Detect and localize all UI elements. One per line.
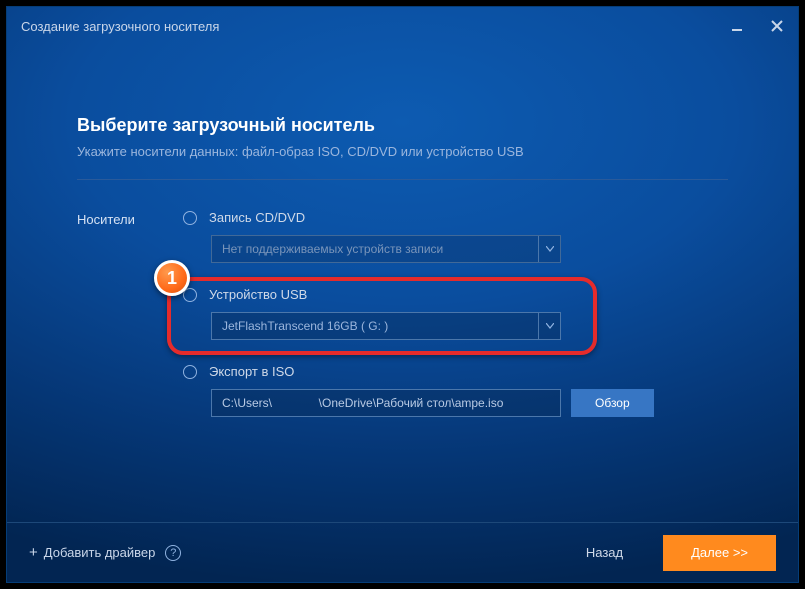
- radio-iso[interactable]: Экспорт в ISO: [183, 364, 728, 379]
- plus-icon: +: [29, 544, 38, 561]
- footer: + Добавить драйвер ? Назад Далее >>: [7, 522, 798, 582]
- app-window: Создание загрузочного носителя Выберите …: [6, 6, 799, 583]
- radio-cddvd[interactable]: Запись CD/DVD: [183, 210, 728, 225]
- usb-device-select[interactable]: JetFlashTranscend 16GB ( G: ): [211, 312, 561, 340]
- page-heading: Выберите загрузочный носитель: [77, 115, 728, 136]
- cddvd-select-text: Нет поддерживаемых устройств записи: [222, 242, 443, 256]
- cddvd-device-select[interactable]: Нет поддерживаемых устройств записи: [211, 235, 561, 263]
- annotation-badge: 1: [154, 260, 190, 296]
- radio-label-cddvd: Запись CD/DVD: [209, 210, 305, 225]
- chevron-down-icon: [538, 236, 560, 262]
- chevron-down-icon: [538, 313, 560, 339]
- close-button[interactable]: [770, 19, 784, 33]
- media-options: Запись CD/DVD Нет поддерживаемых устройс…: [183, 210, 728, 441]
- add-driver-label: Добавить драйвер: [44, 545, 156, 560]
- page-subheading: Укажите носители данных: файл-образ ISO,…: [77, 144, 728, 159]
- usb-select-text: JetFlashTranscend 16GB ( G: ): [222, 319, 388, 333]
- back-button[interactable]: Назад: [574, 539, 635, 566]
- radio-label-iso: Экспорт в ISO: [209, 364, 294, 379]
- help-icon[interactable]: ?: [165, 545, 181, 561]
- window-controls: [730, 19, 784, 33]
- iso-path-input[interactable]: C:\Users\ \OneDrive\Рабочий стол\ampe.is…: [211, 389, 561, 417]
- next-button[interactable]: Далее >>: [663, 535, 776, 571]
- browse-button[interactable]: Обзор: [571, 389, 654, 417]
- radio-label-usb: Устройство USB: [209, 287, 307, 302]
- add-driver-button[interactable]: + Добавить драйвер: [29, 544, 155, 561]
- iso-path-text: C:\Users\ \OneDrive\Рабочий стол\ampe.is…: [222, 396, 503, 410]
- window-title: Создание загрузочного носителя: [21, 19, 219, 34]
- minimize-button[interactable]: [730, 19, 744, 33]
- radio-icon: [183, 211, 197, 225]
- radio-icon: [183, 365, 197, 379]
- section-label-media: Носители: [77, 210, 147, 441]
- divider: [77, 179, 728, 180]
- content-area: Выберите загрузочный носитель Укажите но…: [7, 45, 798, 522]
- titlebar: Создание загрузочного носителя: [7, 7, 798, 45]
- radio-usb[interactable]: Устройство USB: [183, 287, 728, 302]
